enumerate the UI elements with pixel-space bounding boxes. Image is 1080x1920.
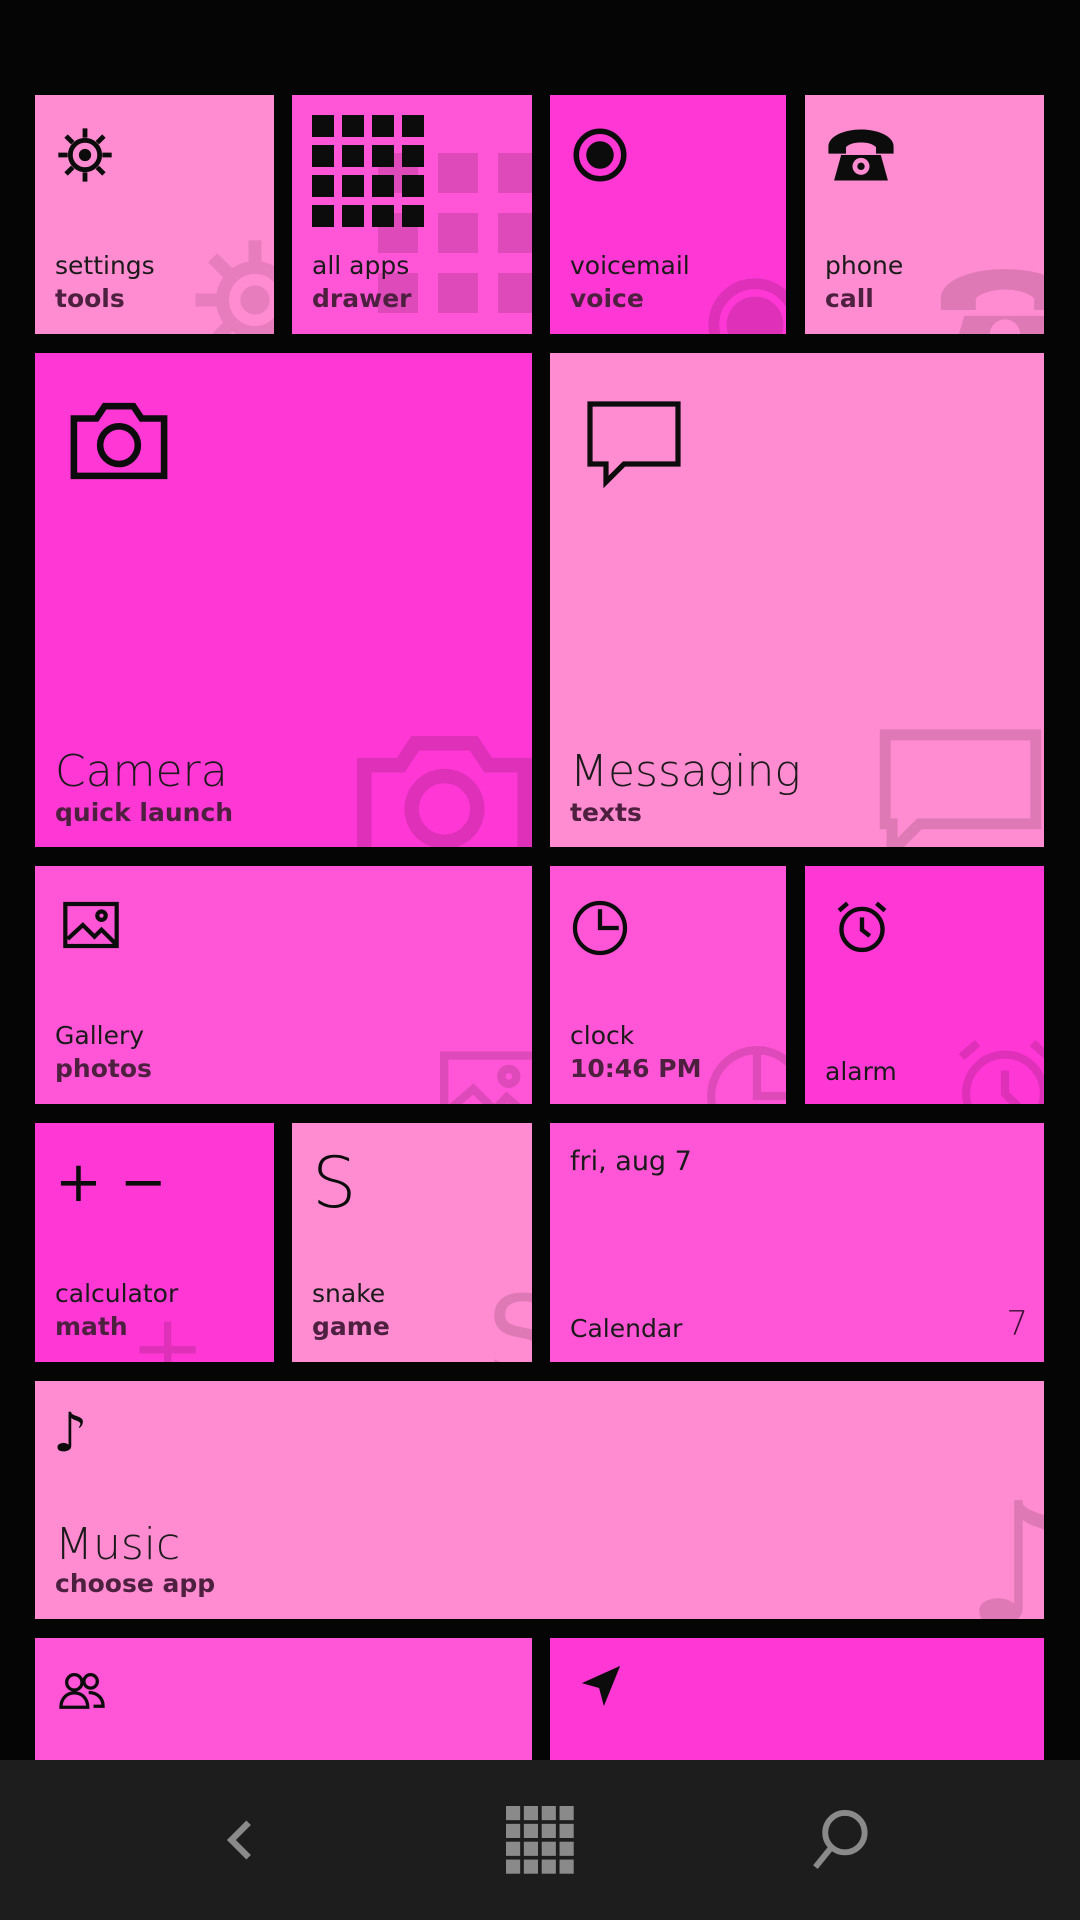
all-apps-subtitle: drawer	[312, 284, 412, 313]
calculator-title: calculator	[55, 1279, 179, 1308]
messaging-title: Messaging	[570, 746, 801, 797]
settings-title: settings	[55, 251, 155, 280]
alarm-tile[interactable]: alarm	[805, 866, 1044, 1104]
picture-icon-watermark	[440, 1051, 532, 1104]
back-icon	[226, 1820, 251, 1860]
phone-title: phone	[825, 251, 904, 280]
phone-icon-watermark	[940, 269, 1044, 334]
all-apps-title: all apps	[312, 251, 410, 280]
gallery-tile[interactable]: Gallery photos	[35, 866, 532, 1104]
music-title: Music	[55, 1519, 181, 1570]
clock-icon	[572, 900, 628, 956]
people-tile[interactable]	[35, 1638, 532, 1760]
people-icon	[59, 1673, 105, 1709]
snake-tile[interactable]: S S snake game	[292, 1123, 532, 1362]
maps-tile[interactable]	[550, 1638, 1044, 1760]
clock-tile[interactable]: clock 10:46 PM	[550, 866, 786, 1104]
snake-icon-watermark: S	[487, 1272, 532, 1362]
back-button[interactable]	[140, 1760, 340, 1920]
navigation-arrow-icon	[581, 1665, 621, 1707]
settings-tile[interactable]: settings tools	[35, 95, 274, 334]
snake-subtitle: game	[312, 1312, 390, 1341]
camera-tile[interactable]: Camera quick launch	[35, 353, 532, 847]
gear-icon	[58, 128, 112, 182]
all-apps-tile[interactable]: all apps drawer	[292, 95, 532, 334]
voicemail-tile[interactable]: voicemail voice	[550, 95, 786, 334]
camera-subtitle: quick launch	[55, 798, 234, 827]
search-button[interactable]	[740, 1760, 940, 1920]
gallery-title: Gallery	[55, 1021, 145, 1050]
camera-icon	[70, 402, 168, 480]
alarm-icon-watermark	[958, 1040, 1044, 1104]
camera-title: Camera	[55, 746, 228, 797]
voicemail-icon	[573, 128, 627, 182]
voicemail-title: voicemail	[570, 251, 690, 280]
alarm-title: alarm	[825, 1057, 897, 1086]
phone-subtitle: call	[825, 284, 874, 313]
app-grid-icon	[506, 1806, 574, 1874]
calculator-icon-watermark: + −	[130, 1295, 206, 1363]
picture-icon	[63, 901, 119, 949]
camera-icon-watermark	[357, 736, 532, 847]
calendar-title: Calendar	[570, 1314, 683, 1343]
snake-letter-icon: S	[312, 1142, 357, 1224]
plus-minus-icon: + −	[55, 1150, 167, 1215]
music-tile[interactable]: ♪ ♪ Music choose app	[35, 1381, 1044, 1619]
message-icon	[587, 401, 681, 489]
search-icon	[813, 1809, 868, 1869]
calculator-tile[interactable]: + − + − calculator math	[35, 1123, 274, 1362]
start-button[interactable]	[440, 1760, 640, 1920]
music-note-icon-watermark: ♪	[965, 1467, 1044, 1619]
snake-title: snake	[312, 1279, 386, 1308]
calculator-subtitle: math	[55, 1312, 128, 1341]
music-note-icon: ♪	[53, 1401, 88, 1464]
settings-subtitle: tools	[55, 284, 125, 313]
gallery-subtitle: photos	[55, 1054, 152, 1083]
messaging-subtitle: texts	[570, 798, 642, 827]
app-grid-icon	[312, 115, 424, 227]
clock-title: clock	[570, 1021, 635, 1050]
voicemail-icon-watermark	[708, 278, 786, 334]
phone-icon	[828, 129, 894, 181]
clock-subtitle: 10:46 PM	[570, 1054, 702, 1083]
message-icon-watermark	[879, 729, 1042, 847]
calendar-day-number: 7	[1006, 1304, 1028, 1344]
phone-tile[interactable]: phone call	[805, 95, 1044, 334]
clock-icon-watermark	[707, 1046, 786, 1104]
voicemail-subtitle: voice	[570, 284, 644, 313]
music-subtitle: choose app	[55, 1569, 216, 1598]
alarm-clock-icon	[837, 901, 887, 953]
messaging-tile[interactable]: Messaging texts	[550, 353, 1044, 847]
gear-icon-watermark	[195, 240, 274, 334]
calendar-tile[interactable]: fri, aug 7 Calendar 7	[550, 1123, 1044, 1362]
calendar-date: fri, aug 7	[570, 1146, 692, 1177]
navigation-bar	[0, 1760, 1080, 1920]
